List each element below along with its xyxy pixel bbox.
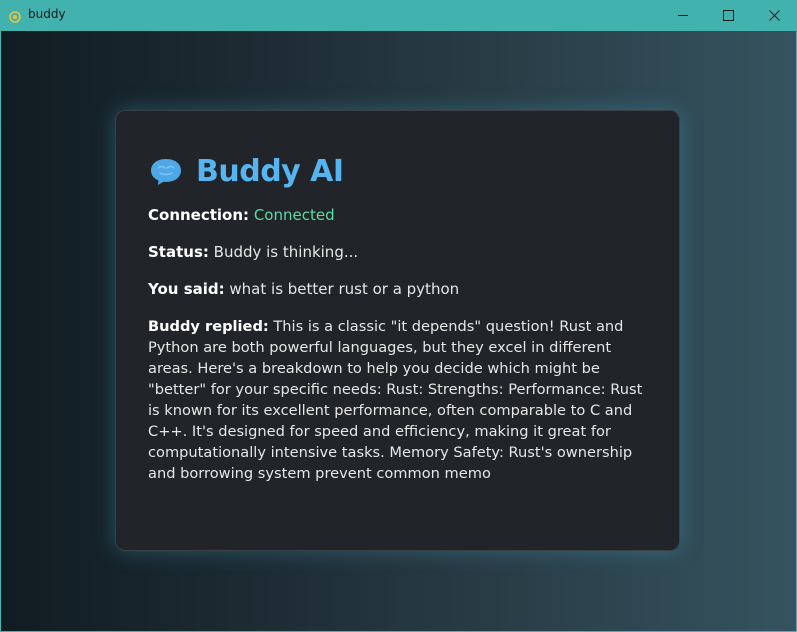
reply-row: Buddy replied: This is a classic "it dep… [148,316,647,484]
reply-label: Buddy replied: [148,318,269,335]
card-header: Buddy AI [148,151,647,191]
maximize-icon [722,10,734,21]
title-bar[interactable]: buddy [0,0,797,31]
close-icon [768,10,780,21]
app-window: buddy Buddy AI Connection: Connected Sta… [0,0,797,632]
user-message-label: You said: [148,280,225,298]
page-title: Buddy AI [196,153,344,189]
speech-bubble-icon [148,153,196,189]
buddy-card: Buddy AI Connection: Connected Status: B… [115,110,680,551]
reply-text: This is a classic "it depends" question!… [148,318,643,482]
user-message-row: You said: what is better rust or a pytho… [148,279,647,300]
connection-status: Connected [253,206,335,224]
connection-row: Connection: Connected [148,205,647,226]
status-label: Status: [148,243,209,261]
close-button[interactable] [751,0,797,31]
maximize-button[interactable] [705,0,751,31]
window-title: buddy [28,7,66,21]
user-message-text: what is better rust or a python [229,280,460,298]
status-value: Buddy is thinking... [213,243,359,261]
status-row: Status: Buddy is thinking... [148,242,647,263]
connection-label: Connection: [148,206,250,224]
minimize-button[interactable] [660,0,706,31]
app-logo-icon [9,8,21,23]
minimize-icon [677,10,689,21]
app-content: Buddy AI Connection: Connected Status: B… [1,31,796,631]
